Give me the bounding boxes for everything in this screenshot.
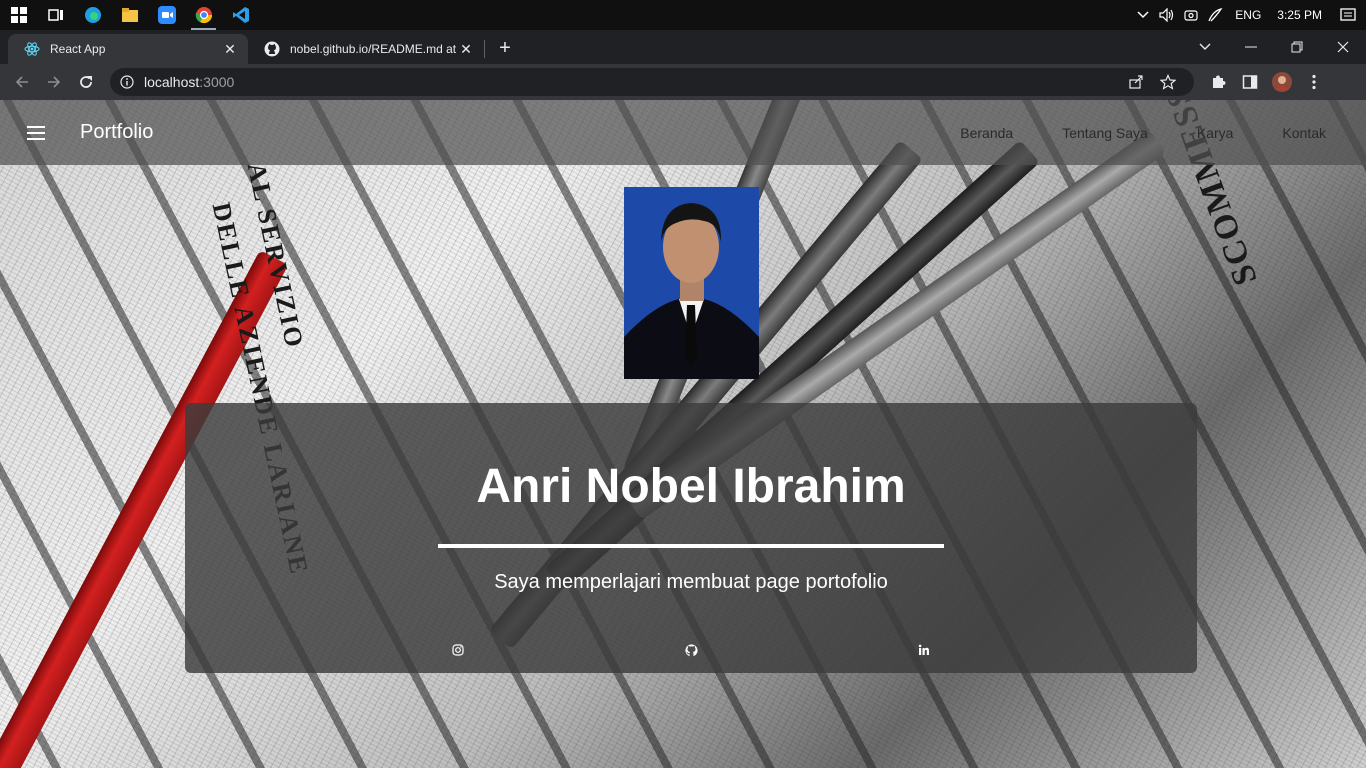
- page-viewport: DELLE AZIENDE LARIANE AL SERVIZIO SCOMME…: [0, 100, 1366, 768]
- vscode-icon: [232, 7, 249, 23]
- show-hidden-icons-button[interactable]: [1131, 0, 1155, 30]
- hero-card: Anri Nobel Ibrahim Saya memperlajari mem…: [185, 403, 1197, 673]
- chrome-menu-button[interactable]: [1298, 66, 1330, 98]
- instagram-link[interactable]: [451, 643, 465, 657]
- chevron-down-icon: [1137, 11, 1149, 19]
- language-indicator[interactable]: ENG: [1227, 8, 1269, 22]
- nav-link-kontak[interactable]: Kontak: [1282, 125, 1326, 141]
- arrow-right-icon: [48, 76, 61, 88]
- chrome-icon: [195, 7, 212, 24]
- chevron-down-icon: [1199, 43, 1211, 50]
- tab-separator: [484, 40, 485, 58]
- task-view-icon: [47, 9, 63, 21]
- react-icon: [24, 42, 40, 56]
- side-panel-button[interactable]: [1234, 66, 1266, 98]
- window-controls: [1182, 30, 1366, 64]
- reload-button[interactable]: [70, 66, 102, 98]
- reload-icon: [80, 76, 92, 88]
- linkedin-link[interactable]: [917, 643, 931, 657]
- url-host: localhost: [144, 74, 200, 90]
- bookmark-button[interactable]: [1152, 68, 1184, 96]
- brand-title[interactable]: Portfolio: [80, 121, 153, 144]
- menu-button[interactable]: [18, 115, 54, 151]
- profile-photo: [624, 187, 759, 379]
- edge-taskbar-button[interactable]: [74, 0, 111, 30]
- nav-link-beranda[interactable]: Beranda: [960, 125, 1013, 141]
- windows-taskbar: ENG 3:25 PM: [0, 0, 1366, 30]
- folder-icon: [121, 8, 138, 22]
- minimize-icon: [1245, 46, 1257, 48]
- tab-search-button[interactable]: [1182, 30, 1228, 64]
- hero-name: Anri Nobel Ibrahim: [476, 460, 906, 513]
- pen-menu-button[interactable]: [1203, 0, 1227, 30]
- close-tab-icon[interactable]: ✕: [458, 41, 474, 57]
- pen-icon: [1208, 7, 1223, 22]
- share-button[interactable]: [1120, 68, 1152, 96]
- nav-link-karya[interactable]: Karya: [1197, 125, 1234, 141]
- app-bar: Portfolio Beranda Tentang Saya Karya Kon…: [0, 100, 1366, 165]
- notifications-button[interactable]: [1330, 0, 1366, 30]
- close-tab-icon[interactable]: ✕: [222, 41, 238, 57]
- browser-toolbar: localhost:3000: [0, 64, 1366, 100]
- url-port: :3000: [199, 74, 235, 90]
- volume-button[interactable]: [1155, 0, 1179, 30]
- camera-icon: [1184, 10, 1198, 21]
- github-icon: [684, 643, 698, 656]
- chrome-taskbar-button[interactable]: [185, 0, 222, 30]
- zoom-taskbar-button[interactable]: [148, 0, 185, 30]
- forward-button[interactable]: [38, 66, 70, 98]
- hamburger-menu-icon: [27, 125, 45, 140]
- task-view-button[interactable]: [37, 0, 74, 30]
- plus-icon: +: [499, 36, 511, 59]
- meet-now-button[interactable]: [1179, 0, 1203, 30]
- github-icon: [264, 41, 280, 57]
- nav-link-tentang-saya[interactable]: Tentang Saya: [1062, 125, 1148, 141]
- tab-title: React App: [50, 42, 106, 56]
- new-tab-button[interactable]: +: [491, 34, 519, 62]
- nav-links: Beranda Tentang Saya Karya Kontak: [911, 125, 1326, 141]
- hero-subtitle: Saya memperlajari membuat page portofoli…: [494, 571, 888, 593]
- share-icon: [1129, 75, 1143, 89]
- github-link[interactable]: [684, 643, 698, 657]
- puzzle-icon: [1213, 75, 1226, 88]
- edge-icon: [84, 7, 101, 23]
- back-button[interactable]: [6, 66, 38, 98]
- browser-tab-strip: React App ✕ nobel.github.io/README.md at…: [0, 30, 1366, 64]
- start-button[interactable]: [0, 0, 37, 30]
- close-window-button[interactable]: [1320, 30, 1366, 64]
- tab-github-readme[interactable]: nobel.github.io/README.md at m ✕: [248, 34, 484, 64]
- info-icon: [120, 75, 134, 89]
- more-vertical-icon: [1312, 74, 1316, 90]
- extensions-button[interactable]: [1202, 66, 1234, 98]
- restore-button[interactable]: [1274, 30, 1320, 64]
- vscode-taskbar-button[interactable]: [222, 0, 259, 30]
- arrow-left-icon: [15, 76, 28, 88]
- speaker-icon: [1159, 8, 1174, 22]
- address-bar[interactable]: localhost:3000: [110, 68, 1194, 96]
- file-explorer-button[interactable]: [111, 0, 148, 30]
- profile-button[interactable]: [1266, 66, 1298, 98]
- zoom-icon: [157, 6, 176, 24]
- side-panel-icon: [1242, 75, 1258, 89]
- avatar: [1272, 72, 1292, 92]
- star-icon: [1160, 74, 1176, 90]
- url-text[interactable]: localhost:3000: [144, 74, 1120, 90]
- minimize-button[interactable]: [1228, 30, 1274, 64]
- notification-icon: [1340, 8, 1356, 21]
- close-icon: [1337, 41, 1349, 53]
- clock[interactable]: 3:25 PM: [1269, 8, 1330, 22]
- linkedin-icon: [918, 644, 929, 655]
- tab-title: nobel.github.io/README.md at m: [290, 42, 458, 56]
- windows-logo-icon: [10, 7, 27, 23]
- tab-react-app[interactable]: React App ✕: [8, 34, 248, 64]
- divider: [438, 544, 944, 548]
- restore-icon: [1291, 41, 1303, 53]
- instagram-icon: [452, 644, 464, 656]
